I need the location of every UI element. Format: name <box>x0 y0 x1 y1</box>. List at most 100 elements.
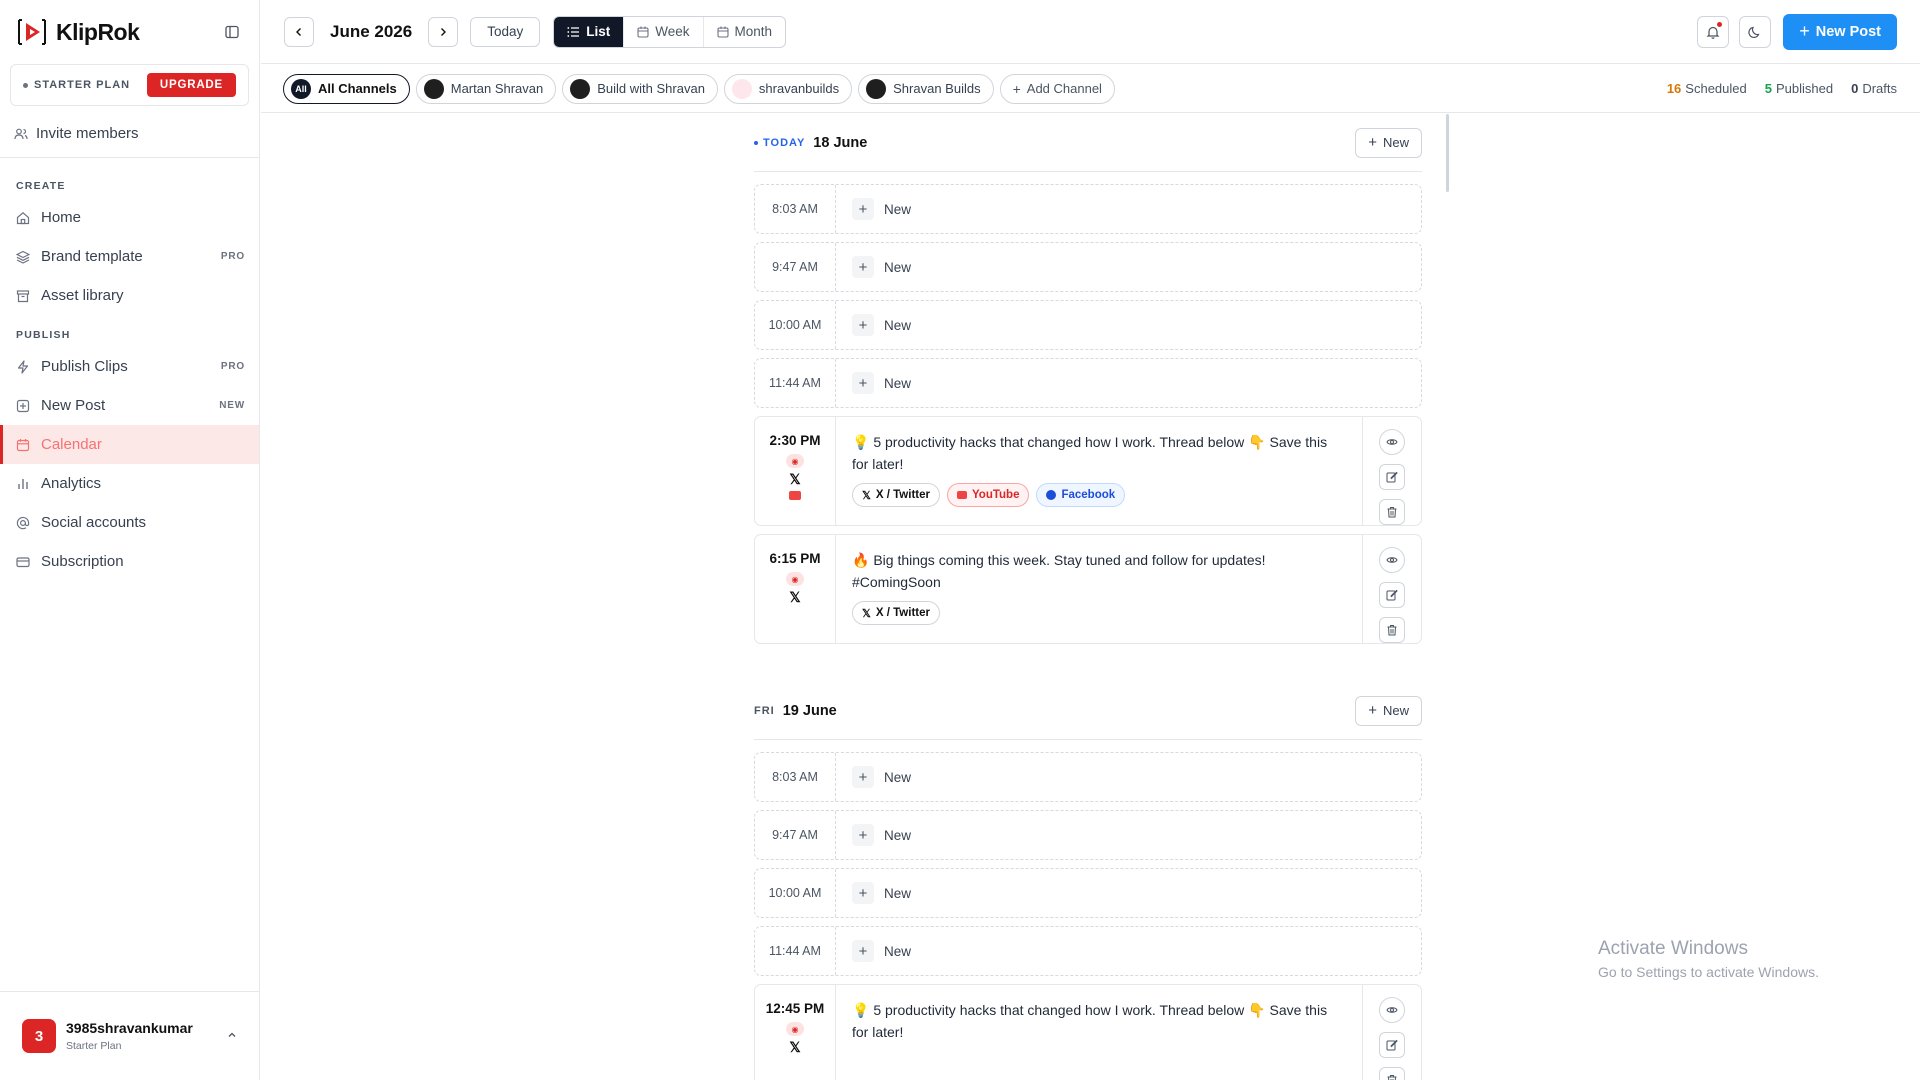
trash-icon <box>1387 1075 1397 1080</box>
plus-icon: + <box>1368 134 1377 151</box>
sidebar-item-asset-library[interactable]: Asset library <box>0 276 259 315</box>
sidebar-item-brand-template[interactable]: Brand template PRO <box>0 237 259 276</box>
prev-month-button[interactable] <box>284 16 314 47</box>
slot-new-button[interactable]: + New <box>836 243 911 291</box>
empty-slot[interactable]: 9:47 AM + New <box>754 242 1422 292</box>
slot-new-button[interactable]: + New <box>836 185 911 233</box>
sidebar-item-label: Asset library <box>41 287 124 304</box>
slot-new-button[interactable]: + New <box>836 753 911 801</box>
day-new-button[interactable]: + New <box>1355 127 1422 158</box>
slot-time: 9:47 AM <box>755 243 836 291</box>
today-button[interactable]: Today <box>470 16 541 47</box>
slot-new-label: New <box>884 259 912 275</box>
slot-new-button[interactable]: + New <box>836 359 911 407</box>
tag-x-twitter: 𝕏 X / Twitter <box>852 601 940 625</box>
delete-button[interactable] <box>1379 1067 1405 1080</box>
new-post-button[interactable]: + New Post <box>1783 13 1897 50</box>
slot-time: 11:44 AM <box>755 359 836 407</box>
channel-chip-martan-shravan[interactable]: Martan Shravan <box>415 73 557 104</box>
slot-new-button[interactable]: + New <box>836 301 911 349</box>
watermark-title: Activate Windows <box>1598 938 1748 959</box>
channel-chip-shravan-builds[interactable]: Shravan Builds <box>858 73 994 104</box>
sidebar-item-calendar[interactable]: Calendar <box>0 425 259 464</box>
stat-drafts: 0 Drafts <box>1851 81 1897 96</box>
sidebar-item-label: Analytics <box>41 475 102 492</box>
scheduled-post[interactable]: 6:15 PM ◉ 𝕏 🔥 Big things coming this week. … <box>754 534 1422 644</box>
delete-button[interactable] <box>1379 499 1405 525</box>
edit-button[interactable] <box>1379 1032 1405 1058</box>
theme-toggle-button[interactable] <box>1739 15 1772 48</box>
empty-slot[interactable]: 8:03 AM + New <box>754 752 1422 802</box>
post-platforms: ◉ 𝕏 <box>786 572 804 606</box>
invite-members-link[interactable]: Invite members <box>0 110 259 158</box>
section-publish: PUBLISH <box>16 329 71 341</box>
channel-chip-label: shravanbuilds <box>758 81 840 96</box>
empty-slot[interactable]: 10:00 AM + New <box>754 300 1422 350</box>
channel-chip-shravanbuilds[interactable]: shravanbuilds <box>723 73 853 104</box>
user-menu[interactable]: 3 3985shravankumar Starter Plan <box>0 991 259 1080</box>
slot-new-button[interactable]: + New <box>836 811 911 859</box>
view-month-button[interactable]: Month <box>704 17 786 47</box>
channel-chip-all[interactable]: All All Channels <box>283 73 410 104</box>
edit-button[interactable] <box>1379 582 1405 608</box>
empty-slot[interactable]: 10:00 AM + New <box>754 868 1422 918</box>
slot-time: 8:03 AM <box>755 753 836 801</box>
scheduled-post[interactable]: 12:45 PM ◉ 𝕏 💡 5 productivity hacks that ch… <box>754 984 1422 1080</box>
notifications-button[interactable] <box>1697 15 1730 48</box>
nav-badge: PRO <box>220 361 245 372</box>
view-switcher: List Week Month <box>553 15 787 48</box>
post-text: 💡 5 productivity hacks that changed how … <box>852 434 1328 472</box>
x-twitter-icon: 𝕏 <box>789 471 801 487</box>
empty-slot[interactable]: 11:44 AM + New <box>754 926 1422 976</box>
empty-slot[interactable]: 9:47 AM + New <box>754 810 1422 860</box>
view-list-button[interactable]: List <box>554 16 625 47</box>
channel-chip-build-with-shravan[interactable]: Build with Shravan <box>562 73 718 104</box>
sidebar-item-new-post[interactable]: New Post NEW <box>0 386 259 425</box>
slot-new-label: New <box>884 201 912 217</box>
scrollbar-thumb[interactable] <box>1446 114 1449 192</box>
tag-label: X / Twitter <box>875 489 930 501</box>
slot-new-button[interactable]: + New <box>836 869 911 917</box>
app-name: KlipRok <box>56 18 140 45</box>
list-icon <box>567 26 580 37</box>
sidebar-toggle-icon[interactable] <box>221 21 243 43</box>
slot-new-label: New <box>884 885 912 901</box>
preview-button[interactable] <box>1379 997 1405 1023</box>
channel-avatar <box>866 78 887 99</box>
chevron-up-icon[interactable] <box>227 1027 237 1045</box>
day-new-button[interactable]: + New <box>1355 695 1422 726</box>
post-time: 12:45 PM <box>765 1001 825 1016</box>
day-header: TODAY 18 June + New <box>754 114 1422 172</box>
upgrade-button[interactable]: UPGRADE <box>146 73 236 97</box>
sidebar-item-social-accounts[interactable]: Social accounts <box>0 503 259 542</box>
empty-slot[interactable]: 11:44 AM + New <box>754 358 1422 408</box>
day-header: FRI 19 June + New <box>754 682 1422 740</box>
channel-avatar <box>423 78 444 99</box>
tag-label: Facebook <box>1061 489 1116 501</box>
empty-slot[interactable]: 8:03 AM + New <box>754 184 1422 234</box>
delete-button[interactable] <box>1379 617 1405 643</box>
bolt-icon <box>14 358 32 376</box>
view-week-button[interactable]: Week <box>624 16 704 47</box>
preview-button[interactable] <box>1379 429 1405 455</box>
slot-new-button[interactable]: + New <box>836 927 911 975</box>
slot-time: 9:47 AM <box>755 811 836 859</box>
plus-icon: + <box>852 824 874 846</box>
view-list-label: List <box>586 24 611 39</box>
scheduled-post[interactable]: 2:30 PM ◉ 𝕏 💡 5 productivity hacks that cha… <box>754 416 1422 526</box>
preview-button[interactable] <box>1379 547 1405 573</box>
tag-x-twitter: 𝕏 X / Twitter <box>852 483 940 507</box>
stat-published: 5 Published <box>1764 81 1834 96</box>
sidebar-item-analytics[interactable]: Analytics <box>0 464 259 503</box>
plus-icon: + <box>852 940 874 962</box>
sidebar-item-subscription[interactable]: Subscription <box>0 542 259 581</box>
tag-label: YouTube <box>971 489 1020 501</box>
next-month-button[interactable] <box>428 16 459 47</box>
sidebar-item-publish-clips[interactable]: Publish Clips PRO <box>0 347 259 386</box>
edit-button[interactable] <box>1379 464 1405 490</box>
add-channel-button[interactable]: + Add Channel <box>999 73 1115 104</box>
current-month: June 2026 <box>330 21 413 41</box>
plan-dot-icon <box>23 82 28 88</box>
sidebar-item-home[interactable]: Home <box>0 198 259 237</box>
calendar-list: TODAY 18 June + New 8:03 AM + New 9:47 AM + New 10… <box>754 114 1422 1080</box>
